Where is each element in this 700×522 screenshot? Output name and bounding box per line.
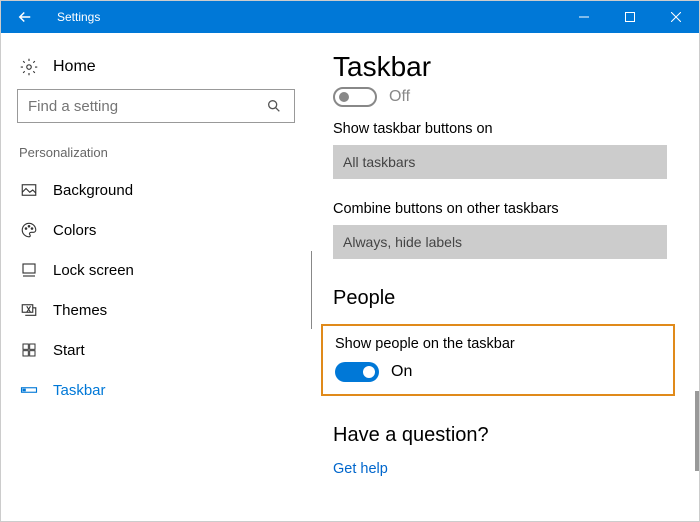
off-toggle-partial: Off bbox=[333, 87, 667, 107]
sidebar-item-label: Taskbar bbox=[53, 382, 106, 399]
scrollbar[interactable] bbox=[695, 391, 699, 471]
help-heading: Have a question? bbox=[333, 424, 667, 447]
content: Home Personalization Background Colors L… bbox=[1, 33, 699, 521]
sidebar-item-label: Background bbox=[53, 182, 133, 199]
page-title: Taskbar bbox=[333, 51, 667, 83]
get-help-link[interactable]: Get help bbox=[333, 461, 667, 477]
search-icon bbox=[264, 96, 284, 116]
main-panel: Taskbar Off Show taskbar buttons on All … bbox=[311, 51, 699, 521]
divider-line bbox=[311, 251, 312, 329]
lockscreen-icon bbox=[19, 260, 39, 280]
sidebar-item-start[interactable]: Start bbox=[17, 330, 295, 370]
sidebar-item-background[interactable]: Background bbox=[17, 170, 295, 210]
home-label: Home bbox=[53, 58, 96, 76]
setting-combine-buttons: Combine buttons on other taskbars Always… bbox=[333, 201, 667, 259]
back-button[interactable] bbox=[1, 1, 49, 33]
sidebar-item-label: Themes bbox=[53, 302, 107, 319]
toggle-on[interactable] bbox=[335, 362, 379, 382]
sidebar-item-colors[interactable]: Colors bbox=[17, 210, 295, 250]
home-link[interactable]: Home bbox=[17, 51, 295, 89]
people-heading: People bbox=[333, 287, 667, 310]
setting-label: Show taskbar buttons on bbox=[333, 121, 667, 137]
people-toggle-label: Show people on the taskbar bbox=[335, 336, 661, 352]
search-box[interactable] bbox=[17, 89, 295, 123]
sidebar-item-taskbar[interactable]: Taskbar bbox=[17, 370, 295, 410]
sidebar-item-themes[interactable]: Themes bbox=[17, 290, 295, 330]
sidebar-item-label: Lock screen bbox=[53, 262, 134, 279]
toggle-on-label: On bbox=[391, 363, 412, 381]
gear-icon bbox=[19, 57, 39, 77]
sidebar-item-label: Colors bbox=[53, 222, 96, 239]
toggle-off[interactable] bbox=[333, 87, 377, 107]
dropdown-all-taskbars[interactable]: All taskbars bbox=[333, 145, 667, 179]
taskbar-icon bbox=[19, 380, 39, 400]
dropdown-combine[interactable]: Always, hide labels bbox=[333, 225, 667, 259]
picture-icon bbox=[19, 180, 39, 200]
window-controls bbox=[561, 1, 699, 33]
toggle-off-label: Off bbox=[389, 88, 410, 106]
minimize-button[interactable] bbox=[561, 1, 607, 33]
sidebar-item-lockscreen[interactable]: Lock screen bbox=[17, 250, 295, 290]
setting-label: Combine buttons on other taskbars bbox=[333, 201, 667, 217]
maximize-button[interactable] bbox=[607, 1, 653, 33]
search-input[interactable] bbox=[28, 98, 264, 115]
sidebar-item-label: Start bbox=[53, 342, 85, 359]
titlebar: Settings bbox=[1, 1, 699, 33]
section-label: Personalization bbox=[17, 145, 295, 160]
sidebar: Home Personalization Background Colors L… bbox=[1, 51, 311, 521]
setting-show-taskbar-buttons: Show taskbar buttons on All taskbars bbox=[333, 121, 667, 179]
highlight-box: Show people on the taskbar On bbox=[321, 324, 675, 396]
people-toggle-row: On bbox=[335, 362, 661, 382]
close-button[interactable] bbox=[653, 1, 699, 33]
window-title: Settings bbox=[49, 10, 561, 24]
palette-icon bbox=[19, 220, 39, 240]
arrow-left-icon bbox=[16, 8, 34, 26]
themes-icon bbox=[19, 300, 39, 320]
start-icon bbox=[19, 340, 39, 360]
